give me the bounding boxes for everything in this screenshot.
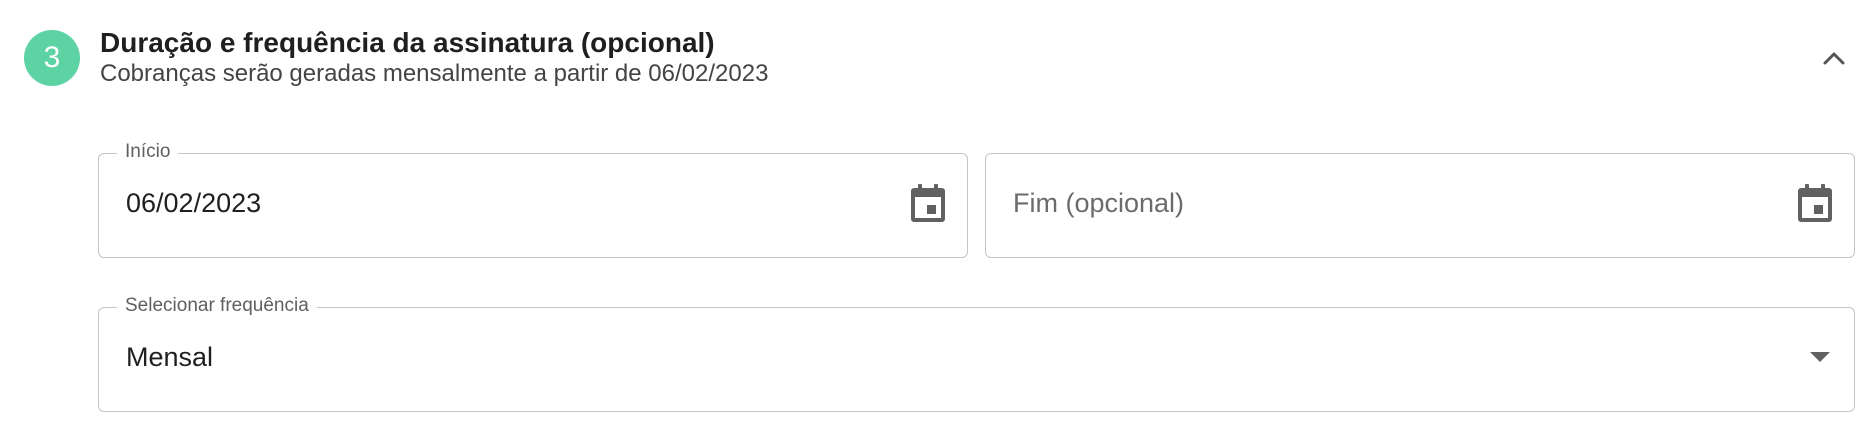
start-date-label: Início — [117, 141, 179, 163]
frequency-selected-value[interactable]: Mensal — [126, 342, 213, 373]
dropdown-arrow-icon[interactable] — [1808, 350, 1832, 364]
frequency-select[interactable]: Selecionar frequência Mensal — [98, 295, 1855, 412]
end-date-field[interactable]: Fim (opcional) — [985, 153, 1855, 258]
start-date-value[interactable]: 06/02/2023 — [126, 188, 261, 219]
chevron-up-icon — [1823, 52, 1845, 65]
section-title: Duração e frequência da assinatura (opci… — [100, 27, 715, 58]
end-date-placeholder[interactable]: Fim (opcional) — [1013, 188, 1184, 219]
collapse-section-button[interactable] — [1814, 40, 1854, 76]
step-number: 3 — [43, 41, 61, 74]
start-date-field[interactable]: Início 06/02/2023 — [98, 141, 968, 258]
section-subtitle: Cobranças serão geradas mensalmente a pa… — [100, 60, 769, 87]
calendar-icon[interactable] — [1798, 184, 1832, 222]
calendar-icon[interactable] — [911, 184, 945, 222]
step-number-badge: 3 — [24, 30, 80, 86]
frequency-label: Selecionar frequência — [117, 295, 317, 317]
